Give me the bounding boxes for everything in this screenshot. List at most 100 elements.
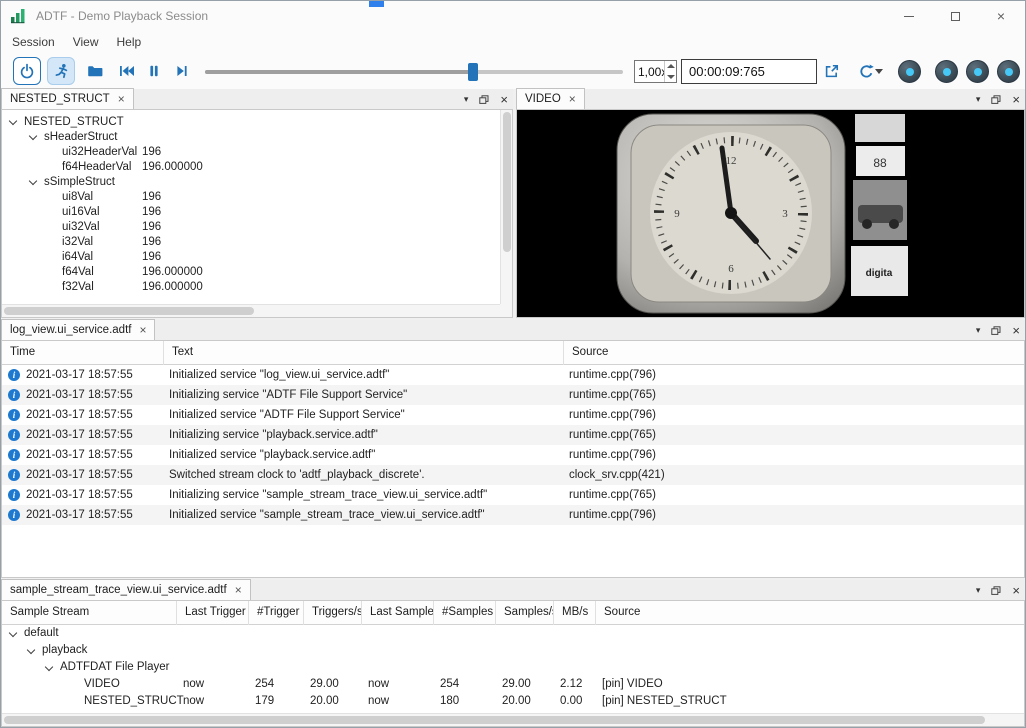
tab-close-icon[interactable]: × bbox=[235, 585, 242, 595]
column-header-samples-count[interactable]: #Samples bbox=[434, 601, 496, 625]
horizontal-scrollbar[interactable] bbox=[2, 713, 1024, 726]
dock-close-icon[interactable]: × bbox=[1012, 585, 1020, 597]
tree-row[interactable]: ui32HeaderVal196 bbox=[2, 145, 500, 160]
tab-nested-struct[interactable]: NESTED_STRUCT × bbox=[1, 88, 134, 109]
stream-row[interactable]: VIDEO now 254 29.00 now 254 29.00 2.12 [… bbox=[2, 676, 1024, 693]
spin-up-icon[interactable] bbox=[667, 64, 675, 68]
stream-row[interactable]: NESTED_STRUCT now 179 20.00 now 180 20.0… bbox=[2, 693, 1024, 710]
expand-arrow-icon[interactable] bbox=[29, 177, 37, 185]
title-bar[interactable]: ADTF - Demo Playback Session × bbox=[1, 1, 1025, 31]
expand-arrow-icon[interactable] bbox=[27, 646, 35, 654]
tab-close-icon[interactable]: × bbox=[569, 94, 576, 104]
dock-float-icon[interactable] bbox=[479, 95, 489, 104]
minimize-button[interactable] bbox=[886, 1, 932, 31]
tab-video[interactable]: VIDEO × bbox=[516, 88, 585, 109]
dock-menu-icon[interactable]: ▾ bbox=[976, 94, 981, 105]
close-button[interactable]: × bbox=[978, 1, 1024, 31]
stream-row[interactable]: default bbox=[2, 625, 1024, 642]
horizontal-scrollbar[interactable] bbox=[2, 304, 500, 317]
tree-row[interactable]: i32Val196 bbox=[2, 235, 500, 250]
tree-row[interactable]: ui32Val196 bbox=[2, 220, 500, 235]
log-row[interactable]: 2021-03-17 18:57:55Initializing service … bbox=[2, 485, 1024, 505]
power-toggle-button[interactable] bbox=[13, 57, 41, 85]
dock-menu-icon[interactable]: ▾ bbox=[976, 585, 981, 596]
timeline-slider[interactable] bbox=[205, 63, 623, 79]
scrollbar-thumb[interactable] bbox=[503, 112, 511, 252]
dock-close-icon[interactable]: × bbox=[1012, 325, 1020, 337]
struct-tree[interactable]: NESTED_STRUCT sHeaderStruct ui32HeaderVa… bbox=[2, 110, 500, 304]
dock-close-icon[interactable]: × bbox=[1012, 94, 1020, 106]
log-row[interactable]: 2021-03-17 18:57:55Switched stream clock… bbox=[2, 465, 1024, 485]
tree-row[interactable]: f32Val196.000000 bbox=[2, 280, 500, 295]
column-header-source[interactable]: Source bbox=[564, 341, 1024, 365]
marker-button-2[interactable] bbox=[935, 60, 958, 83]
open-file-button[interactable] bbox=[83, 60, 107, 82]
marker-button-3[interactable] bbox=[966, 60, 989, 83]
slider-handle[interactable] bbox=[468, 63, 478, 81]
log-row[interactable]: 2021-03-17 18:57:55Initializing service … bbox=[2, 425, 1024, 445]
log-row[interactable]: 2021-03-17 18:57:55Initialized service "… bbox=[2, 365, 1024, 385]
log-row[interactable]: 2021-03-17 18:57:55Initialized service "… bbox=[2, 505, 1024, 525]
speed-spinbox[interactable] bbox=[634, 60, 677, 83]
tab-log-view[interactable]: log_view.ui_service.adtf × bbox=[1, 319, 155, 340]
column-header-text[interactable]: Text bbox=[164, 341, 564, 365]
log-row[interactable]: 2021-03-17 18:57:55Initialized service "… bbox=[2, 405, 1024, 425]
dock-float-icon[interactable] bbox=[991, 326, 1001, 335]
maximize-button[interactable] bbox=[932, 1, 978, 31]
video-content[interactable]: 12 3 6 9 88 digita bbox=[516, 110, 1025, 318]
column-header-triggers-per-s[interactable]: Triggers/s bbox=[304, 601, 362, 625]
skip-to-end-button[interactable] bbox=[170, 60, 194, 82]
tree-row[interactable]: NESTED_STRUCT bbox=[2, 115, 500, 130]
dock-menu-icon[interactable]: ▾ bbox=[976, 325, 981, 336]
tree-row[interactable]: i64Val196 bbox=[2, 250, 500, 265]
loop-button[interactable] bbox=[849, 61, 883, 81]
menu-view[interactable]: View bbox=[64, 32, 108, 52]
pause-button[interactable] bbox=[142, 60, 166, 82]
detach-player-button[interactable] bbox=[821, 61, 841, 81]
speed-input[interactable] bbox=[635, 61, 664, 82]
log-row[interactable]: 2021-03-17 18:57:55Initializing service … bbox=[2, 385, 1024, 405]
tree-row[interactable]: f64HeaderVal196.000000 bbox=[2, 160, 500, 175]
marker-button-4[interactable] bbox=[997, 60, 1020, 83]
time-display-input[interactable] bbox=[681, 59, 817, 84]
stream-row[interactable]: ADTFDAT File Player bbox=[2, 659, 1024, 676]
skip-to-start-button[interactable] bbox=[114, 60, 138, 82]
expand-arrow-icon[interactable] bbox=[9, 629, 17, 637]
column-header-sample-stream[interactable]: Sample Stream bbox=[2, 601, 177, 625]
log-text: Initializing service "playback.service.a… bbox=[169, 425, 378, 445]
column-header-trigger-count[interactable]: #Trigger bbox=[249, 601, 304, 625]
column-header-source[interactable]: Source bbox=[596, 601, 1024, 625]
adtf-logo-icon bbox=[10, 8, 27, 24]
column-header-mb-per-s[interactable]: MB/s bbox=[554, 601, 596, 625]
log-row[interactable]: 2021-03-17 18:57:55Initialized service "… bbox=[2, 445, 1024, 465]
run-button[interactable] bbox=[47, 57, 75, 85]
dock-menu-icon[interactable]: ▾ bbox=[464, 94, 469, 105]
scrollbar-thumb[interactable] bbox=[4, 716, 985, 724]
marker-button-1[interactable] bbox=[898, 60, 921, 83]
column-header-time[interactable]: Time bbox=[2, 341, 164, 365]
spin-down-icon[interactable] bbox=[667, 75, 675, 79]
menu-help[interactable]: Help bbox=[108, 32, 151, 52]
loop-dropdown-arrow-icon[interactable] bbox=[875, 69, 883, 74]
expand-arrow-icon[interactable] bbox=[45, 663, 53, 671]
tree-row[interactable]: sHeaderStruct bbox=[2, 130, 500, 145]
tree-row[interactable]: ui8Val196 bbox=[2, 190, 500, 205]
scrollbar-thumb[interactable] bbox=[4, 307, 254, 315]
tree-row[interactable]: f64Val196.000000 bbox=[2, 265, 500, 280]
column-header-samples-per-s[interactable]: Samples/s bbox=[496, 601, 554, 625]
tab-close-icon[interactable]: × bbox=[118, 94, 125, 104]
tab-close-icon[interactable]: × bbox=[139, 325, 146, 335]
stream-row[interactable]: playback bbox=[2, 642, 1024, 659]
dock-float-icon[interactable] bbox=[991, 586, 1001, 595]
tree-row[interactable]: sSimpleStruct bbox=[2, 175, 500, 190]
dock-float-icon[interactable] bbox=[991, 95, 1001, 104]
expand-arrow-icon[interactable] bbox=[9, 117, 17, 125]
tab-stream-trace[interactable]: sample_stream_trace_view.ui_service.adtf… bbox=[1, 579, 251, 600]
vertical-scrollbar[interactable] bbox=[500, 110, 512, 304]
column-header-last-trigger[interactable]: Last Trigger bbox=[177, 601, 249, 625]
menu-session[interactable]: Session bbox=[3, 32, 64, 52]
expand-arrow-icon[interactable] bbox=[29, 132, 37, 140]
column-header-last-sample[interactable]: Last Sample bbox=[362, 601, 434, 625]
tree-row[interactable]: ui16Val196 bbox=[2, 205, 500, 220]
dock-close-icon[interactable]: × bbox=[500, 94, 508, 106]
